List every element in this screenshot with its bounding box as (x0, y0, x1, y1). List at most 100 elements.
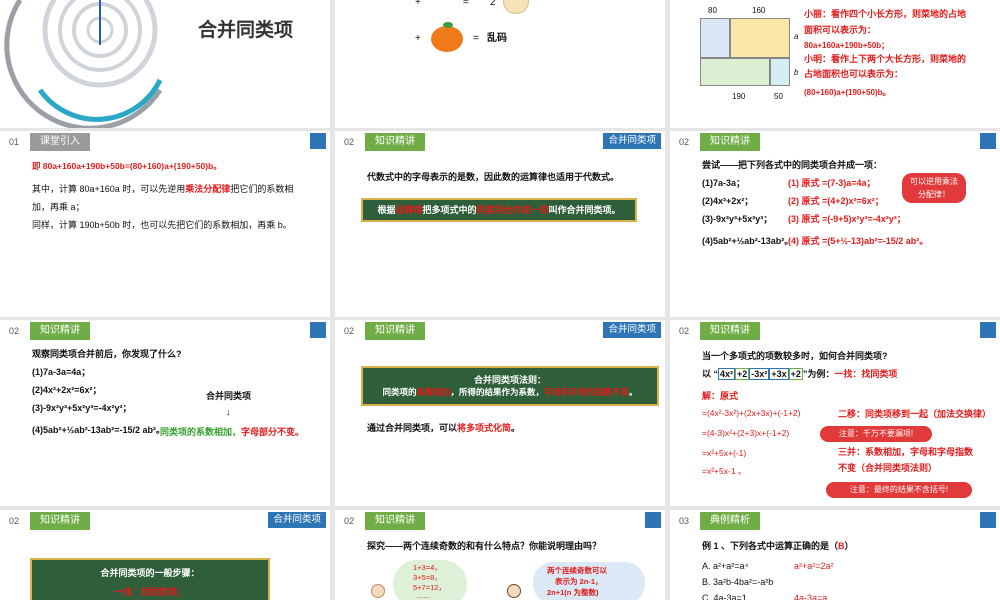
slide-12[interactable]: 03 典例精析 例 1 、下列各式中运算正确的是（B） A. a²+a²=a⁴ … (670, 510, 1000, 600)
slide-header: 02 知识精讲 合并同类项 (0, 510, 330, 532)
answer-1: (1) 原式 =(7-3)a=4a； (788, 178, 876, 188)
desc-line-5: 占地面积也可以表示为： (804, 69, 904, 79)
cloud-line-2: 3+5=8， (413, 573, 442, 582)
dim-top-b: 160 (752, 6, 766, 15)
question-2: (2)4x²+2x²； (702, 196, 754, 206)
text-line-4: 同样，计算 190b+50b 时，也可以先把它们的系数相加，再乘 b。 (32, 220, 292, 230)
option-a-fix: a²+a²=2a² (794, 561, 834, 571)
section-label: 知识精讲 (365, 133, 425, 151)
idea-line-3: 2n+1(n 为整数) (547, 588, 599, 597)
idea-line-1: 两个连续奇数可以 (547, 566, 607, 575)
solution-line-4: =x²+5x-1 。 (702, 466, 747, 476)
topic-badge: 合并同类项 (603, 133, 661, 149)
section-number: 02 (343, 326, 354, 336)
cloud-line-4: ...... (417, 591, 430, 600)
section-label: 知识精讲 (700, 133, 760, 151)
slide-header: 02 知识精讲 (670, 131, 1000, 153)
section-label: 知识精讲 (30, 512, 90, 530)
observe-item-3: (3)-9x²y³+5x²y³=-4x²y³； (32, 403, 132, 413)
section-number: 02 (343, 137, 354, 147)
plus-sign-2: + (415, 33, 421, 44)
intro-line: 代数式中的字母表示的是数，因此数的运算律也适用于代数式。 (367, 172, 620, 182)
slide-header: 02 知识精讲 (335, 510, 665, 532)
rule-box: 合并同类项法则： 同类项的系数相加，所得的结果作为系数，字母和字母的指数不变。 (361, 366, 659, 406)
slide-2[interactable]: + = 2 + = 乱码 (335, 0, 665, 128)
option-b: B. 3a²b-4ba²=-a²b (702, 577, 774, 587)
leaf-icon (443, 22, 453, 28)
option-c: C. 4a-3a=1 (702, 593, 747, 600)
section-label: 典例精析 (700, 512, 760, 530)
slide-header: 02 知识精讲 (0, 320, 330, 342)
exercise-title: 尝试——把下列各式中的同类项合并成一项： (702, 160, 883, 170)
question-title: 当一个多项式的项数较多时，如何合并同类项? (702, 351, 888, 361)
header-square (310, 133, 326, 149)
note-missing-terms: 注意：千万不要漏项! (820, 426, 932, 442)
header-square (980, 512, 996, 528)
slide-5[interactable]: 02 知识精讲 合并同类项 代数式中的字母表示的是数，因此数的运算律也适用于代数… (335, 131, 665, 317)
desc-line-3: 80a+160a+190b+50b； (804, 41, 890, 50)
slide-title: 合并同类项 (198, 20, 294, 41)
equals-sign-2: = (473, 33, 479, 44)
slide-4[interactable]: 01 课堂引入 即 80a+160a+190b+50b=(80+160)a+(1… (0, 131, 330, 317)
dim-top-a: 80 (708, 6, 717, 15)
step-2: 二移：同类项移到一起（加法交换律） (838, 409, 992, 419)
result-text: 乱码 (487, 33, 507, 44)
text-line-2: 其中，计算 80a+160a 时，可以先逆用乘法分配律把它们的系数相 (32, 184, 294, 194)
observe-item-2: (2)4x²+2x²=6x²； (32, 385, 102, 395)
simplify-line: 通过合并同类项，可以将多项式化简。 (367, 423, 521, 433)
observe-item-4: (4)5ab²+½ab²-13ab²=-15/2 ab²。 (32, 425, 166, 435)
slide-9[interactable]: 02 知识精讲 当一个多项式的项数较多时，如何合并同类项? 以 “4x² +2 -3… (670, 320, 1000, 506)
desc-line-4: 小明：看作上下两个大长方形，则菜地的 (804, 54, 967, 64)
slide-10[interactable]: 02 知识精讲 合并同类项 合并同类项的一般步骤： 一找：找同类项； (0, 510, 330, 600)
desc-line-6: (80+160)a+(190+50)b。 (804, 88, 891, 97)
section-label: 知识精讲 (365, 322, 425, 340)
plus-sign: + (415, 0, 421, 8)
answer-2: (2) 原式 =(4+2)x²=6x²； (788, 196, 884, 206)
slide-header: 02 知识精讲 (670, 320, 1000, 342)
idea-line-2: 表示为 2n-1， (555, 577, 603, 586)
section-label: 知识精讲 (30, 322, 90, 340)
steps-box: 合并同类项的一般步骤： 一找：找同类项； (30, 558, 270, 600)
header-square (310, 322, 326, 338)
question-1: (1)7a-3a； (702, 178, 746, 188)
example-line: 以 “4x² +2 -3x² +3x +2 ”为例：一找：找同类项 (702, 368, 898, 380)
example-question: 例 1 、下列各式中运算正确的是（B） (702, 541, 854, 551)
slide-1[interactable]: 合并同类项 (0, 0, 330, 128)
equation-line: 即 80a+160a+190b+50b=(80+160)a+(190+50)b。 (32, 161, 222, 171)
slide-8[interactable]: 02 知识精讲 合并同类项 合并同类项法则： 同类项的系数相加，所得的结果作为系… (335, 320, 665, 506)
conclusion: 同类项的系数相加，字母部分不变。 (160, 427, 305, 437)
cloud-line-1: 1+3=4， (413, 563, 442, 572)
slide-11[interactable]: 02 知识精讲 探究——两个连续奇数的和有什么特点？你能说明理由吗？ 1+3=4… (335, 510, 665, 600)
step-3a: 三并：系数相加，字母和字母指数 (838, 447, 974, 457)
slide-7[interactable]: 02 知识精讲 观察同类项合并前后，你发现了什么? (1)7a-3a=4a； (… (0, 320, 330, 506)
explore-title: 探究——两个连续奇数的和有什么特点？你能说明理由吗？ (367, 541, 602, 551)
slide-header: 01 课堂引入 (0, 131, 330, 153)
slide-6[interactable]: 02 知识精讲 尝试——把下列各式中的同类项合并成一项： (1)7a-3a； (… (670, 131, 1000, 317)
text-line-3: 加，再乘 a； (32, 202, 85, 212)
equals-sign: = (463, 0, 469, 8)
answer-4: (4) 原式 =(5+½-13)ab²=-15/2 ab²。 (788, 236, 929, 246)
answer-3: (3) 原式 =(-9+5)x²y³=-4x²y³； (788, 214, 906, 224)
slide-grid: 合并同类项 + = 2 + = 乱码 80 160 a b 190 50 小丽：… (0, 0, 1000, 600)
desc-line-2: 面积可以表示为： (804, 25, 877, 35)
observe-title: 观察同类项合并前后，你发现了什么? (32, 349, 182, 359)
dim-bot-b: 50 (774, 92, 783, 101)
solution-line-3: =x²+5x+(-1) (702, 448, 747, 458)
section-number: 02 (8, 516, 19, 526)
option-a: A. a²+a²=a⁴ (702, 561, 749, 571)
orange-icon (431, 26, 463, 52)
step-3b: 不变（合并同类项法则） (838, 463, 938, 473)
solution-label: 解：原式 (702, 391, 739, 401)
slide-3[interactable]: 80 160 a b 190 50 小丽：看作四个小长方形，则菜地的占地 面积可… (670, 0, 1000, 128)
target-rings-decoration (4, 0, 163, 128)
section-number: 02 (8, 326, 19, 336)
section-label: 知识精讲 (700, 322, 760, 340)
right-title: 合并同类项 (206, 391, 252, 401)
topic-badge: 合并同类项 (268, 512, 326, 528)
question-3: (3)-9x²y³+5x²y³； (702, 214, 773, 224)
eq-tail: 2 (490, 0, 496, 8)
garden-diagram (700, 18, 790, 86)
dim-bot-a: 190 (732, 92, 746, 101)
header-square (980, 322, 996, 338)
header-square (645, 512, 661, 528)
